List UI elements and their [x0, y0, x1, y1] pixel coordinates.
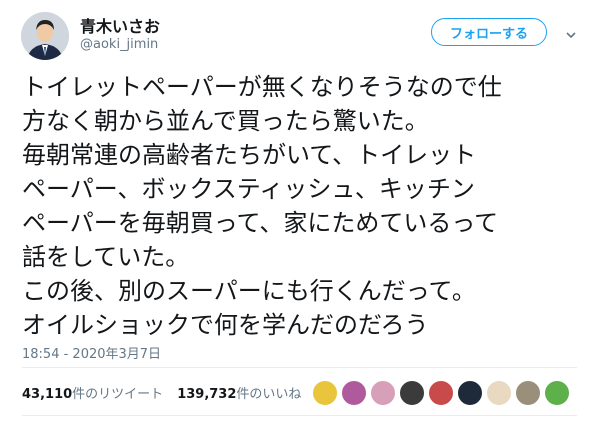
like-count: 139,732	[177, 387, 237, 402]
tweet-text: トイレットペーパーが無くなりそうなので仕 方なく朝から並んで買ったら驚いた。 毎…	[22, 73, 502, 339]
avatar[interactable]	[21, 12, 69, 60]
avatar-portrait-icon	[21, 12, 69, 60]
divider	[22, 367, 577, 368]
liker-avatar-8[interactable]	[515, 380, 541, 406]
liker-avatar-4[interactable]	[399, 380, 425, 406]
liker-avatar-9[interactable]	[544, 380, 570, 406]
chevron-down-icon[interactable]	[565, 26, 577, 39]
retweet-label: 件のリツイート	[72, 387, 164, 402]
user-handle[interactable]: @aoki_jimin	[80, 37, 158, 52]
follow-button[interactable]: フォローする	[431, 18, 547, 46]
retweet-count: 43,110	[22, 387, 73, 402]
liker-avatar-6[interactable]	[457, 380, 483, 406]
liker-avatar-1[interactable]	[312, 380, 338, 406]
liker-avatar-3[interactable]	[370, 380, 396, 406]
divider	[22, 415, 577, 416]
tweet-timestamp[interactable]: 18:54 - 2020年3月7日	[22, 343, 161, 362]
liker-avatar-7[interactable]	[486, 380, 512, 406]
tweet-stats: 43,110件のリツイート 139,732件のいいね	[22, 383, 301, 402]
like-stat[interactable]: 139,732件のいいね	[177, 387, 301, 402]
liker-avatar-5[interactable]	[428, 380, 454, 406]
display-name[interactable]: 青木いさお	[80, 13, 160, 37]
liker-avatar-2[interactable]	[341, 380, 367, 406]
like-label: 件のいいね	[236, 387, 302, 402]
retweet-stat[interactable]: 43,110件のリツイート	[22, 387, 163, 402]
